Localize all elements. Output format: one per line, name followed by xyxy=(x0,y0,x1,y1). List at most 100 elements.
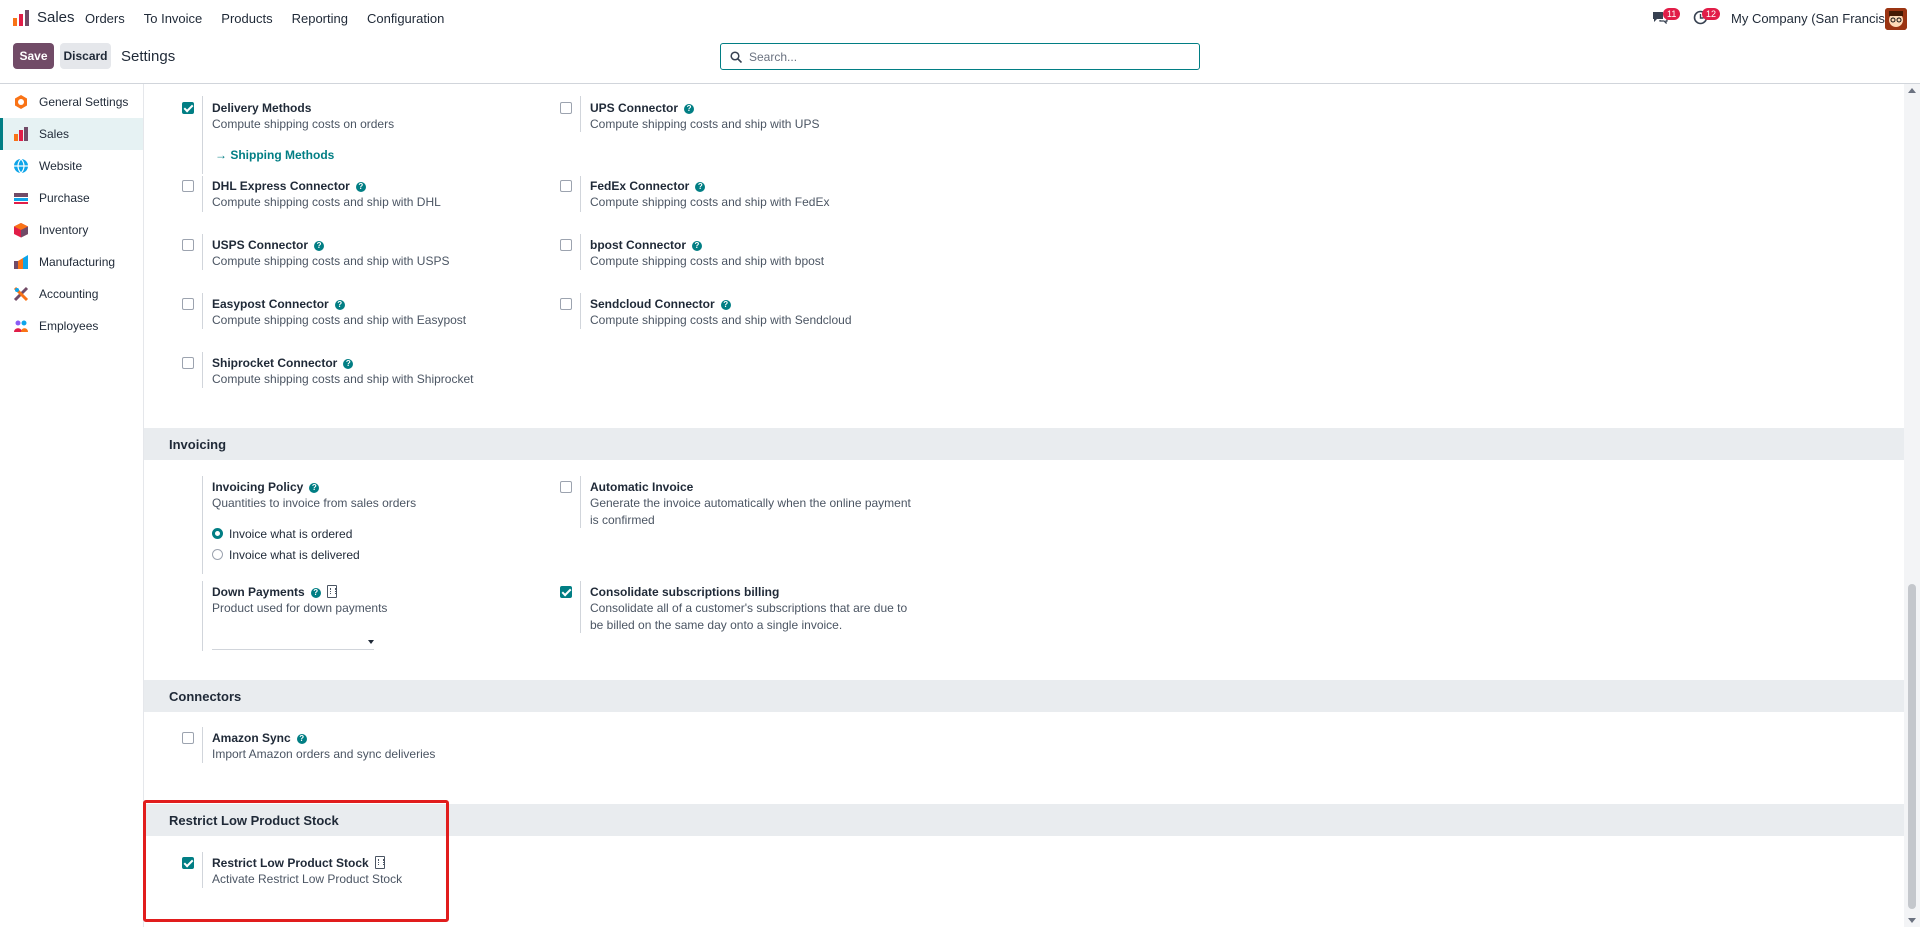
sidebar-item-label: Employees xyxy=(39,319,99,333)
setting-divider xyxy=(580,581,581,633)
help-icon[interactable]: ? xyxy=(695,182,706,192)
usps-connector-checkbox[interactable] xyxy=(182,239,194,251)
menu-reporting[interactable]: Reporting xyxy=(292,11,348,26)
setting-divider xyxy=(580,176,581,212)
sidebar-item-general-settings[interactable]: General Settings xyxy=(0,86,143,118)
setting-divider xyxy=(580,293,581,329)
dropdown-caret-icon[interactable] xyxy=(368,640,374,644)
sidebar-item-accounting[interactable]: Accounting xyxy=(0,278,143,310)
setting-divider xyxy=(202,352,203,388)
help-icon[interactable]: ? xyxy=(310,588,321,598)
app-name[interactable]: Sales xyxy=(37,9,75,26)
sendcloud-connector-desc: Compute shipping costs and ship with Sen… xyxy=(590,313,852,327)
amazon-sync-desc: Import Amazon orders and sync deliveries xyxy=(212,747,436,761)
help-icon[interactable]: ? xyxy=(314,241,325,251)
sidebar-item-website[interactable]: Website xyxy=(0,150,143,182)
automatic-invoice-checkbox[interactable] xyxy=(560,481,572,493)
content-scrollbar[interactable] xyxy=(1904,84,1920,927)
help-icon[interactable]: ? xyxy=(296,734,307,744)
restrict-stock-section-header: Restrict Low Product Stock xyxy=(144,804,1904,836)
shiprocket-connector-desc: Compute shipping costs and ship with Shi… xyxy=(212,372,474,386)
dhl-connector-checkbox[interactable] xyxy=(182,180,194,192)
help-icon[interactable]: ? xyxy=(343,359,354,369)
help-icon[interactable]: ? xyxy=(309,483,320,493)
restrict-stock-section-title: Restrict Low Product Stock xyxy=(169,813,339,828)
sidebar-item-employees[interactable]: Employees xyxy=(0,310,143,342)
invoice-ordered-radio[interactable] xyxy=(212,528,223,539)
ups-connector-checkbox[interactable] xyxy=(560,102,572,114)
invoice-ordered-label[interactable]: Invoice what is ordered xyxy=(229,527,352,541)
sidebar-item-inventory[interactable]: Inventory xyxy=(0,214,143,246)
settings-content: Delivery Methods Compute shipping costs … xyxy=(144,84,1904,927)
automatic-invoice-desc: Generate the invoice automatically when … xyxy=(590,496,911,527)
sidebar-item-label: Inventory xyxy=(39,223,89,237)
setting-divider xyxy=(202,293,203,329)
sidebar-item-sales[interactable]: Sales xyxy=(0,118,143,150)
amazon-sync-title: Amazon Sync? xyxy=(212,731,307,745)
search-box[interactable] xyxy=(720,43,1200,70)
menu-to-invoice[interactable]: To Invoice xyxy=(144,11,203,26)
page-title: Settings xyxy=(121,48,176,65)
amazon-sync-label: Amazon Sync xyxy=(212,731,291,745)
usps-connector-desc: Compute shipping costs and ship with USP… xyxy=(212,254,450,268)
shiprocket-connector-checkbox[interactable] xyxy=(182,357,194,369)
top-navbar: Sales Orders To Invoice Products Reporti… xyxy=(0,0,1920,36)
search-input[interactable] xyxy=(749,47,1189,66)
fedex-connector-desc: Compute shipping costs and ship with Fed… xyxy=(590,195,830,209)
sales-icon xyxy=(14,127,28,141)
bpost-connector-checkbox[interactable] xyxy=(560,239,572,251)
employees-icon xyxy=(14,320,28,332)
inventory-icon xyxy=(14,223,28,238)
invoice-delivered-radio[interactable] xyxy=(212,549,223,560)
general-settings-icon xyxy=(15,95,27,109)
company-switcher[interactable]: My Company (San Francisco) xyxy=(1731,11,1903,26)
sidebar-item-label: Website xyxy=(39,159,83,173)
sales-app-icon[interactable] xyxy=(12,9,30,27)
usps-connector-title: USPS Connector? xyxy=(212,238,325,252)
setting-divider xyxy=(202,176,203,212)
down-payments-product-select[interactable] xyxy=(212,649,374,650)
restrict-stock-checkbox[interactable] xyxy=(182,857,194,869)
bpost-connector-title: bpost Connector? xyxy=(590,238,702,252)
delivery-methods-checkbox[interactable] xyxy=(182,102,194,114)
easypost-connector-checkbox[interactable] xyxy=(182,298,194,310)
automatic-invoice-title: Automatic Invoice xyxy=(590,480,694,494)
sidebar-item-label: Accounting xyxy=(39,287,99,301)
help-icon[interactable]: ? xyxy=(720,300,731,310)
help-icon[interactable]: ? xyxy=(692,241,702,251)
consolidate-billing-checkbox[interactable] xyxy=(560,586,572,598)
setting-divider xyxy=(202,581,203,651)
shipping-methods-link[interactable]: → Shipping Methods xyxy=(215,148,334,162)
setting-divider xyxy=(580,234,581,270)
scroll-thumb[interactable] xyxy=(1908,584,1916,909)
sidebar-item-manufacturing[interactable]: Manufacturing xyxy=(0,246,143,278)
manufacturing-icon xyxy=(14,255,28,269)
menu-products[interactable]: Products xyxy=(221,11,272,26)
menu-configuration[interactable]: Configuration xyxy=(367,11,444,26)
sidebar-item-purchase[interactable]: Purchase xyxy=(0,182,143,214)
purchase-icon xyxy=(14,193,28,204)
shipping-methods-link-label: Shipping Methods xyxy=(230,148,335,162)
setting-divider xyxy=(202,852,203,888)
chat-badge: 11 xyxy=(1663,8,1681,20)
help-icon[interactable]: ? xyxy=(684,104,695,114)
menu-orders[interactable]: Orders xyxy=(85,11,125,26)
save-button[interactable]: Save xyxy=(13,43,54,69)
invoice-delivered-label[interactable]: Invoice what is delivered xyxy=(229,548,360,562)
scroll-up-icon[interactable] xyxy=(1908,88,1916,93)
fedex-connector-checkbox[interactable] xyxy=(560,180,572,192)
discard-button[interactable]: Discard xyxy=(60,43,111,69)
down-payments-label: Down Payments xyxy=(212,585,305,599)
help-icon[interactable]: ? xyxy=(334,300,345,310)
sendcloud-connector-label: Sendcloud Connector xyxy=(590,297,715,311)
invoicing-section-header: Invoicing xyxy=(144,428,1904,460)
dhl-connector-title: DHL Express Connector? xyxy=(212,179,366,193)
amazon-sync-checkbox[interactable] xyxy=(182,732,194,744)
sidebar-item-label: Sales xyxy=(39,127,70,141)
sendcloud-connector-checkbox[interactable] xyxy=(560,298,572,310)
bpost-connector-label: bpost Connector xyxy=(590,238,686,252)
scroll-down-icon[interactable] xyxy=(1908,918,1916,923)
help-icon[interactable]: ? xyxy=(355,182,366,192)
user-avatar[interactable] xyxy=(1885,8,1907,30)
setting-divider xyxy=(202,96,203,174)
